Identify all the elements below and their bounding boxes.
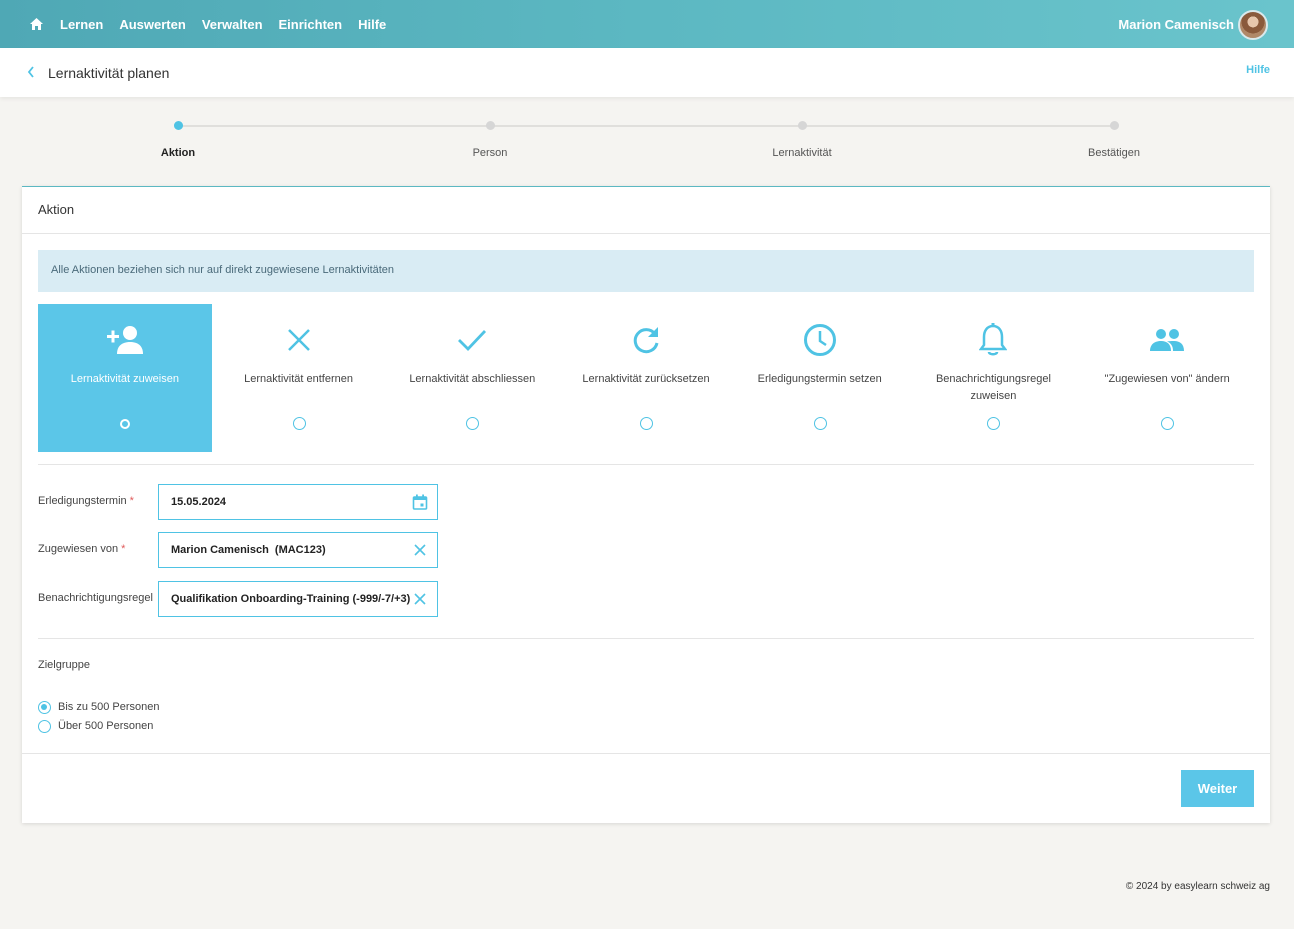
check-icon <box>385 322 559 358</box>
refresh-icon <box>559 322 733 358</box>
nav-item-einrichten[interactable]: Einrichten <box>279 17 343 32</box>
action-reset[interactable]: Lernaktivität zurücksetzen <box>559 304 733 452</box>
avatar[interactable] <box>1238 10 1268 40</box>
radio-button[interactable] <box>38 719 51 733</box>
notification-rule-label: Benachrichtigungsregel <box>38 592 153 604</box>
radio-label: Über 500 Personen <box>58 720 154 732</box>
target-group-option-over-500[interactable]: Über 500 Personen <box>38 719 153 733</box>
step-label: Aktion <box>160 147 196 159</box>
action-radio[interactable] <box>640 417 654 430</box>
due-date-input[interactable]: 15.05.2024 <box>158 484 438 520</box>
divider <box>38 638 1254 639</box>
help-link[interactable]: Hilfe <box>1246 64 1270 76</box>
action-label: Benachrichtigungsregel zuweisen <box>935 373 1051 402</box>
page-header: Lernaktivität planen Hilfe <box>0 48 1294 97</box>
back-arrow-icon[interactable] <box>27 66 37 78</box>
action-label: "Zugewiesen von" ändern <box>1104 373 1230 385</box>
action-label: Erledigungstermin setzen <box>757 373 882 385</box>
info-banner: Alle Aktionen beziehen sich nur auf dire… <box>38 250 1254 292</box>
action-radio[interactable] <box>292 417 306 430</box>
group-icon <box>1080 322 1254 358</box>
action-set-due-date[interactable]: Erledigungstermin setzen <box>733 304 907 452</box>
step-dot <box>173 121 183 130</box>
due-date-field: Erledigungstermin * 15.05.2024 <box>38 484 438 520</box>
action-radio[interactable] <box>1161 417 1175 430</box>
clock-icon <box>733 322 907 358</box>
action-change-assigned-by[interactable]: "Zugewiesen von" ändern <box>1080 304 1254 452</box>
stepper-line <box>178 125 1114 127</box>
action-card: Aktion Alle Aktionen beziehen sich nur a… <box>22 186 1270 823</box>
user-name[interactable]: Marion Camenisch <box>1118 17 1234 32</box>
step-person: Person <box>430 121 550 159</box>
action-assign[interactable]: Lernaktivität zuweisen <box>38 304 212 452</box>
step-label: Lernaktivität <box>772 147 832 159</box>
action-radio[interactable] <box>813 417 827 430</box>
radio-button[interactable] <box>38 700 51 714</box>
card-title: Aktion <box>22 187 1270 234</box>
action-radio[interactable] <box>119 419 130 429</box>
nav-item-hilfe[interactable]: Hilfe <box>358 17 386 32</box>
clear-icon[interactable] <box>412 542 428 558</box>
action-label: Lernaktivität zuweisen <box>70 373 179 385</box>
step-dot <box>1109 121 1119 130</box>
next-button[interactable]: Weiter <box>1181 770 1254 807</box>
action-radio[interactable] <box>466 417 480 430</box>
action-complete[interactable]: Lernaktivität abschliessen <box>385 304 559 452</box>
step-dot <box>485 121 495 130</box>
bell-icon <box>907 322 1081 358</box>
close-icon <box>212 322 386 358</box>
clear-icon[interactable] <box>412 591 428 607</box>
action-radio[interactable] <box>987 417 1001 430</box>
step-label: Person <box>472 147 508 159</box>
due-date-label: Erledigungstermin * <box>38 495 134 507</box>
notification-rule-field: Benachrichtigungsregel Qualifikation Onb… <box>38 581 438 617</box>
add-person-icon <box>38 322 212 358</box>
divider <box>22 753 1270 754</box>
step-dot <box>797 121 807 130</box>
page-title: Lernaktivität planen <box>48 65 170 81</box>
wizard-stepper: Aktion Person Lernaktivität Bestätigen <box>0 97 1294 185</box>
action-notification-rule[interactable]: Benachrichtigungsregel zuweisen <box>907 304 1081 452</box>
step-aktion: Aktion <box>118 121 238 159</box>
nav-item-auswerten[interactable]: Auswerten <box>119 17 185 32</box>
step-lernaktivitaet: Lernaktivität <box>742 121 862 159</box>
top-navigation: Lernen Auswerten Verwalten Einrichten Hi… <box>0 0 1294 48</box>
step-bestaetigen: Bestätigen <box>1054 121 1174 159</box>
step-label: Bestätigen <box>1088 147 1140 159</box>
action-label: Lernaktivität zurücksetzen <box>582 373 710 385</box>
target-group-label: Zielgruppe <box>38 659 90 671</box>
action-options: Lernaktivität zuweisen Lernaktivität ent… <box>38 304 1254 452</box>
notification-rule-input[interactable]: Qualifikation Onboarding-Training (-999/… <box>158 581 438 617</box>
nav-item-lernen[interactable]: Lernen <box>60 17 103 32</box>
radio-label: Bis zu 500 Personen <box>58 701 160 713</box>
action-remove[interactable]: Lernaktivität entfernen <box>212 304 386 452</box>
target-group-option-up-to-500[interactable]: Bis zu 500 Personen <box>38 700 160 714</box>
divider <box>38 464 1254 465</box>
calendar-icon[interactable] <box>412 494 428 510</box>
action-label: Lernaktivität entfernen <box>244 373 353 385</box>
assigned-by-label: Zugewiesen von * <box>38 543 126 555</box>
assigned-by-input[interactable]: Marion Camenisch (MAC123) <box>158 532 438 568</box>
footer-copyright: © 2024 by easylearn schweiz ag <box>1125 881 1270 892</box>
home-icon[interactable] <box>30 17 44 31</box>
action-label: Lernaktivität abschliessen <box>409 373 536 385</box>
assigned-by-field: Zugewiesen von * Marion Camenisch (MAC123… <box>38 532 438 568</box>
nav-item-verwalten[interactable]: Verwalten <box>202 17 263 32</box>
